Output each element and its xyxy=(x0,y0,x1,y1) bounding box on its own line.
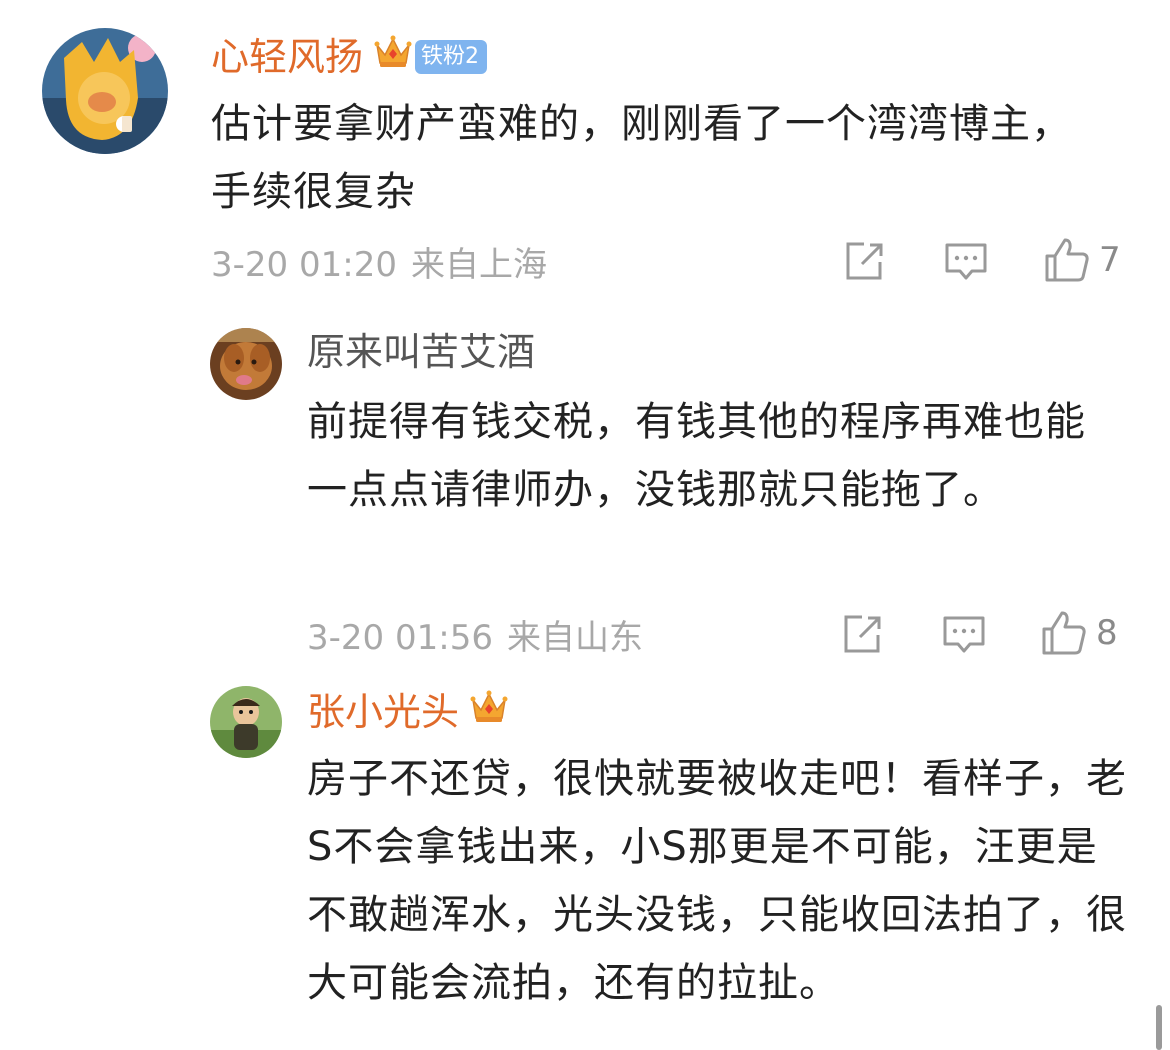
thumbs-up-icon xyxy=(1045,238,1089,282)
crown-icon xyxy=(373,31,413,82)
share-icon xyxy=(846,242,883,280)
username-text[interactable]: 原来叫苦艾酒 xyxy=(307,328,535,376)
reply-button[interactable] xyxy=(944,240,988,284)
comment-meta: 3-20 01:20 来自上海 xyxy=(211,236,547,286)
like-button[interactable]: 7 xyxy=(1043,236,1121,284)
comment-icon xyxy=(943,616,985,653)
avatar[interactable] xyxy=(210,686,282,758)
username[interactable]: 心轻风扬 铁粉2 xyxy=(211,31,488,82)
scrollbar[interactable] xyxy=(1156,1005,1162,1050)
comment-location: 来自山东 xyxy=(506,617,643,658)
comment-text: 房子不还贷，很快就要被收走吧！看样子，老S不会拿钱出来，小S那更是不可能，汪更是… xyxy=(307,756,1127,1006)
comment-location: 来自上海 xyxy=(410,244,547,285)
share-button[interactable] xyxy=(842,240,886,284)
reply-button[interactable] xyxy=(942,613,986,657)
comment-text: 前提得有钱交税，有钱其他的程序再难也能一点点请律师办，没钱那就只能拖了。 xyxy=(307,399,1086,513)
share-icon xyxy=(844,615,881,653)
username[interactable]: 原来叫苦艾酒 xyxy=(307,328,535,376)
avatar[interactable] xyxy=(42,28,168,154)
fan-badge: 铁粉2 xyxy=(415,39,488,74)
comment-date: 3-20 01:56 xyxy=(307,617,493,658)
thumbs-up-icon xyxy=(1042,611,1086,655)
comment-date: 3-20 01:20 xyxy=(211,244,397,285)
username[interactable]: 张小光头 xyxy=(307,686,509,737)
fan-badge-label: 铁粉2 xyxy=(421,43,480,69)
like-count: 7 xyxy=(1099,240,1121,280)
username-text[interactable]: 心轻风扬 xyxy=(211,33,363,81)
avatar[interactable] xyxy=(210,328,282,400)
username-text[interactable]: 张小光头 xyxy=(307,688,459,736)
like-button[interactable]: 8 xyxy=(1040,609,1118,657)
comment-meta: 3-20 01:56 来自山东 xyxy=(307,609,643,659)
crown-icon xyxy=(469,686,509,737)
comment-icon xyxy=(945,243,987,280)
like-count: 8 xyxy=(1096,613,1118,653)
share-button[interactable] xyxy=(840,613,884,657)
comment-text: 估计要拿财产蛮难的，刚刚看了一个湾湾博主，手续很复杂 xyxy=(211,101,1072,215)
